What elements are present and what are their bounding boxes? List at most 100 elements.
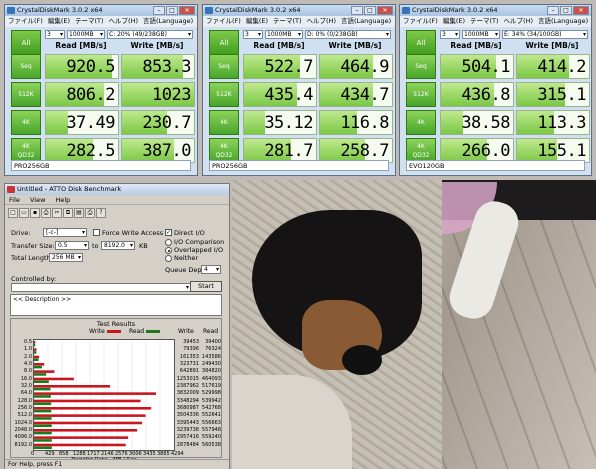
- menu-help[interactable]: Help: [55, 196, 70, 204]
- menu-item[interactable]: ファイル(F): [206, 17, 241, 25]
- size-select[interactable]: 1000MB: [265, 30, 303, 39]
- atto-titlebar[interactable]: Untitled - ATTO Disk Benchmark: [5, 184, 229, 195]
- comment-field[interactable]: PRO256GB: [11, 160, 191, 171]
- description-box[interactable]: << Description >>: [10, 294, 222, 316]
- menu-item[interactable]: 編集(E): [48, 17, 70, 25]
- transfer-size-label: Transfer Size:: [11, 242, 55, 250]
- passes-select[interactable]: 3: [243, 30, 263, 39]
- maximize-icon[interactable]: □: [364, 6, 376, 15]
- menu-file[interactable]: File: [9, 196, 20, 204]
- drive-select[interactable]: E: 34% (34/100GB): [502, 30, 588, 39]
- copy-icon[interactable]: ⧉: [63, 208, 73, 218]
- write-value-cell: 113.3: [516, 110, 590, 135]
- read-bar: [34, 395, 51, 398]
- row-button-512k[interactable]: 512K: [406, 82, 436, 107]
- row-button-4k[interactable]: 4K: [406, 110, 436, 135]
- window-controls: – □ ✕: [153, 6, 195, 15]
- transfer-to-select[interactable]: 8192.0: [101, 241, 135, 250]
- menu-item[interactable]: ヘルプ(H): [109, 17, 138, 25]
- io-comparison-radio[interactable]: [165, 239, 172, 246]
- read-value-cell: 504.1: [440, 54, 514, 79]
- row-button-512k[interactable]: 512K: [209, 82, 239, 107]
- dog-photo: [232, 180, 596, 469]
- menu-item[interactable]: テーマ(T): [273, 17, 302, 25]
- menu-item[interactable]: ヘルプ(H): [504, 17, 533, 25]
- save-icon[interactable]: ▪: [30, 208, 40, 218]
- drive-select[interactable]: [-c-]: [43, 228, 87, 237]
- close-icon[interactable]: ✕: [573, 6, 589, 15]
- transfer-from-select[interactable]: 0.5: [55, 241, 89, 250]
- row-button-seq[interactable]: Seq: [406, 54, 436, 79]
- new-icon[interactable]: □: [8, 208, 18, 218]
- all-button[interactable]: All: [209, 30, 239, 56]
- minimize-icon[interactable]: –: [547, 6, 559, 15]
- cdm-titlebar[interactable]: CrystalDiskMark 3.0.2 x64 – □ ✕: [5, 5, 197, 16]
- cut-icon[interactable]: ✂: [52, 208, 62, 218]
- menu-item[interactable]: ヘルプ(H): [307, 17, 336, 25]
- minimize-icon[interactable]: –: [153, 6, 165, 15]
- all-button[interactable]: All: [406, 30, 436, 56]
- paste-icon[interactable]: ▤: [74, 208, 84, 218]
- menu-item[interactable]: 編集(E): [246, 17, 268, 25]
- close-icon[interactable]: ✕: [377, 6, 393, 15]
- write-bar: [34, 443, 126, 447]
- menu-item[interactable]: ファイル(F): [8, 17, 43, 25]
- cdm-window-2: CrystalDiskMark 3.0.2 x64 – □ ✕ ファイル(F) 編集(E)…: [202, 4, 396, 176]
- cdm-titlebar[interactable]: CrystalDiskMark 3.0.2 x64 – □ ✕: [400, 5, 591, 16]
- comment-field[interactable]: PRO256GB: [209, 160, 389, 171]
- menu-item[interactable]: テーマ(T): [470, 17, 499, 25]
- all-button[interactable]: All: [11, 30, 41, 56]
- row-button-512k[interactable]: 512K: [11, 82, 41, 107]
- controlled-by-select[interactable]: [11, 283, 191, 292]
- read-bar: [34, 431, 52, 435]
- minimize-icon[interactable]: –: [351, 6, 363, 15]
- menu-view[interactable]: View: [30, 196, 45, 204]
- open-icon[interactable]: ▭: [19, 208, 29, 218]
- total-length-select[interactable]: 256 MB: [49, 253, 83, 262]
- write-value: 39453: [183, 339, 199, 345]
- write-value: 113.3: [537, 113, 586, 133]
- drive-select[interactable]: C: 20% (49/238GB): [107, 30, 193, 39]
- write-bar: [34, 407, 152, 410]
- print-icon[interactable]: ⎙: [41, 208, 51, 218]
- menu-item[interactable]: 言語(Language): [341, 17, 391, 25]
- row-button-seq[interactable]: Seq: [11, 54, 41, 79]
- read-bar: [34, 380, 49, 384]
- write-bar: [34, 370, 55, 373]
- start-button[interactable]: Start: [190, 281, 222, 292]
- print2-icon[interactable]: ⎙: [85, 208, 95, 218]
- size-select[interactable]: 1000MB: [67, 30, 105, 39]
- drive-select[interactable]: D: 0% (0/238GB): [305, 30, 391, 39]
- help-icon[interactable]: ?: [96, 208, 106, 218]
- close-icon[interactable]: ✕: [179, 6, 195, 15]
- write-bar: [34, 385, 111, 388]
- row-button-4k[interactable]: 4K: [11, 110, 41, 135]
- write-value-cell: 315.1: [516, 82, 590, 107]
- menu-item[interactable]: 言語(Language): [143, 17, 193, 25]
- menu-item[interactable]: 言語(Language): [538, 17, 588, 25]
- row-button-seq[interactable]: Seq: [209, 54, 239, 79]
- neither-radio[interactable]: [165, 255, 172, 262]
- overlapped-io-radio[interactable]: [165, 247, 172, 254]
- cdm-titlebar[interactable]: CrystalDiskMark 3.0.2 x64 – □ ✕: [203, 5, 395, 16]
- read-value: 281.7: [264, 141, 313, 161]
- force-write-checkbox[interactable]: [93, 229, 100, 236]
- read-value: 35.12: [264, 113, 313, 133]
- menu-item[interactable]: ファイル(F): [403, 17, 438, 25]
- write-column-header: Write: [178, 328, 194, 335]
- total-length-label: Total Length:: [11, 254, 53, 262]
- passes-select[interactable]: 3: [45, 30, 65, 39]
- comment-field[interactable]: EVO120GB: [406, 160, 585, 171]
- write-bar: [34, 414, 146, 417]
- menu-item[interactable]: 編集(E): [443, 17, 465, 25]
- direct-io-checkbox[interactable]: ✓: [165, 229, 172, 236]
- passes-select[interactable]: 3: [440, 30, 460, 39]
- menu-item[interactable]: テーマ(T): [75, 17, 104, 25]
- size-label: 8192.0: [14, 441, 33, 448]
- read-value: 266.0: [461, 141, 510, 161]
- queue-depth-select[interactable]: 4: [201, 265, 221, 274]
- maximize-icon[interactable]: □: [560, 6, 572, 15]
- row-button-4k[interactable]: 4K: [209, 110, 239, 135]
- size-select[interactable]: 1000MB: [462, 30, 500, 39]
- maximize-icon[interactable]: □: [166, 6, 178, 15]
